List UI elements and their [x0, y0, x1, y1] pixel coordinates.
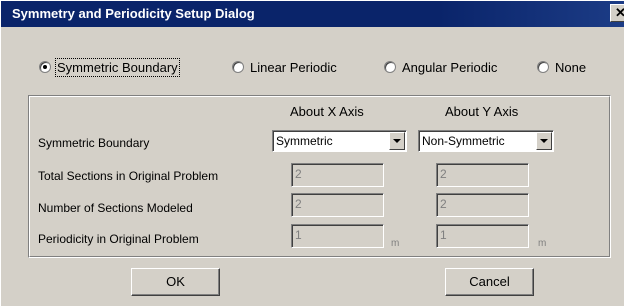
close-button[interactable]: ✕ — [610, 4, 624, 22]
radio-linear-periodic[interactable]: Linear Periodic — [232, 59, 337, 75]
x-total-sections-field: 2 — [291, 163, 384, 187]
radio-unselected-icon[interactable] — [537, 61, 549, 73]
radio-none-label[interactable]: None — [555, 60, 586, 75]
chevron-down-icon — [393, 139, 401, 143]
radio-linear-periodic-label[interactable]: Linear Periodic — [250, 60, 337, 75]
y-total-sections-value: 2 — [440, 167, 447, 181]
x-sections-modeled-value: 2 — [295, 197, 302, 211]
close-icon: ✕ — [615, 5, 624, 21]
chevron-down-icon — [540, 139, 548, 143]
ok-button[interactable]: OK — [131, 268, 220, 296]
radio-unselected-icon[interactable] — [232, 61, 244, 73]
radio-symmetric-boundary[interactable]: Symmetric Boundary — [39, 57, 180, 77]
y-periodicity-value: 1 — [440, 228, 447, 242]
radio-none[interactable]: None — [537, 59, 586, 75]
periodicity-label: Periodicity in Original Problem — [38, 232, 199, 246]
symmetry-setup-dialog: Symmetry and Periodicity Setup Dialog ✕ … — [0, 0, 624, 306]
total-sections-label: Total Sections in Original Problem — [38, 169, 219, 183]
x-periodicity-field: 1 — [291, 224, 384, 248]
x-axis-symmetry-dropdown-button[interactable] — [389, 132, 405, 150]
x-periodicity-unit: m — [391, 238, 400, 249]
radio-selected-icon[interactable] — [39, 61, 51, 73]
column-header-x-axis: About X Axis — [290, 104, 364, 119]
x-total-sections-value: 2 — [295, 167, 302, 181]
title-bar[interactable]: Symmetry and Periodicity Setup Dialog ✕ — [1, 1, 624, 27]
symmetric-boundary-label: Symmetric Boundary — [38, 136, 150, 150]
window-title: Symmetry and Periodicity Setup Dialog — [12, 6, 255, 21]
y-sections-modeled-value: 2 — [440, 197, 447, 211]
x-axis-symmetry-select[interactable]: Symmetric — [272, 130, 407, 152]
y-periodicity-field: 1 — [436, 224, 529, 248]
radio-angular-periodic[interactable]: Angular Periodic — [384, 59, 497, 75]
x-axis-symmetry-value: Symmetric — [276, 134, 333, 148]
x-sections-modeled-field: 2 — [291, 193, 384, 217]
radio-symmetric-boundary-label[interactable]: Symmetric Boundary — [55, 57, 180, 77]
radio-angular-periodic-label[interactable]: Angular Periodic — [402, 60, 497, 75]
x-periodicity-value: 1 — [295, 228, 302, 242]
y-axis-symmetry-dropdown-button[interactable] — [536, 132, 552, 150]
y-axis-symmetry-value: Non-Symmetric — [422, 134, 505, 148]
y-axis-symmetry-select[interactable]: Non-Symmetric — [418, 130, 554, 152]
cancel-button[interactable]: Cancel — [445, 268, 534, 296]
column-header-y-axis: About Y Axis — [445, 104, 519, 119]
y-sections-modeled-field: 2 — [436, 193, 529, 217]
sections-modeled-label: Number of Sections Modeled — [38, 201, 193, 215]
y-total-sections-field: 2 — [436, 163, 529, 187]
radio-unselected-icon[interactable] — [384, 61, 396, 73]
y-periodicity-unit: m — [538, 238, 547, 249]
